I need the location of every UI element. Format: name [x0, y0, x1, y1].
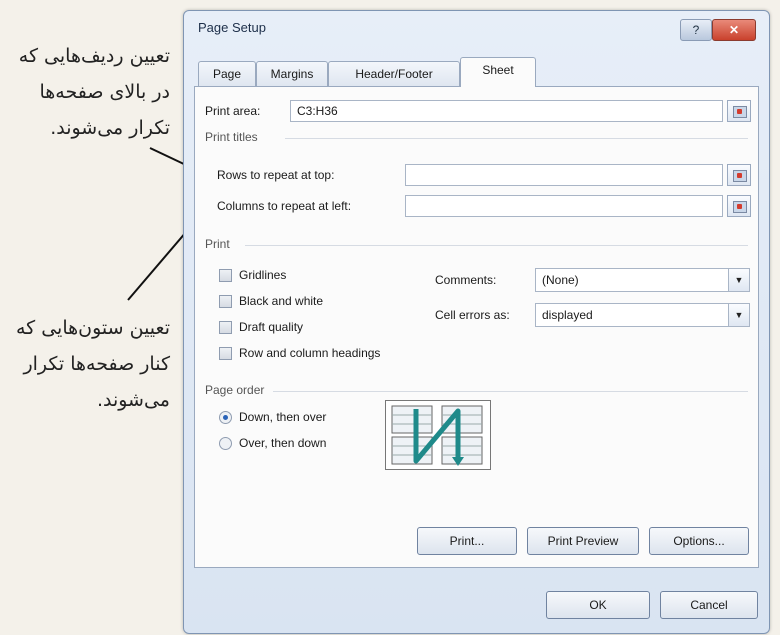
sheet-panel: Print area: C3:H36 Print titles Rows to …: [194, 86, 759, 568]
chevron-down-icon: ▼: [728, 304, 749, 326]
over-then-down-radio[interactable]: [219, 437, 232, 450]
draft-quality-label: Draft quality: [239, 320, 304, 334]
print-heading: Print: [205, 237, 230, 251]
tab-sheet[interactable]: Sheet: [460, 57, 536, 87]
cell-errors-label: Cell errors as:: [435, 308, 510, 322]
black-and-white-label: Black and white: [239, 294, 324, 308]
comments-value: (None): [542, 273, 579, 287]
page-order-heading: Page order: [205, 383, 265, 397]
print-titles-separator: [285, 138, 748, 139]
comments-select[interactable]: (None) ▼: [535, 268, 750, 292]
gridlines-checkbox[interactable]: [219, 269, 232, 282]
page-setup-dialog: Page Setup ? ✕ Page Margins Header/Foote…: [183, 10, 770, 634]
page-order-preview-icon: [391, 405, 483, 466]
print-area-label: Print area:: [205, 104, 261, 118]
columns-repeat-input[interactable]: [405, 195, 723, 217]
ok-button[interactable]: OK: [546, 591, 650, 619]
draft-quality-checkbox[interactable]: [219, 321, 232, 334]
cancel-button[interactable]: Cancel: [660, 591, 758, 619]
cell-errors-select[interactable]: displayed ▼: [535, 303, 750, 327]
gridlines-label: Gridlines: [239, 268, 287, 282]
cell-errors-value: displayed: [542, 308, 593, 322]
print-titles-heading: Print titles: [205, 130, 258, 144]
over-then-down-label: Over, then down: [239, 436, 327, 450]
page-order-preview: [385, 400, 491, 470]
close-button[interactable]: ✕: [712, 19, 756, 41]
row-column-headings-label: Row and column headings: [239, 346, 381, 360]
tab-margins[interactable]: Margins: [256, 61, 328, 86]
options-button[interactable]: Options...: [649, 527, 749, 555]
comments-label: Comments:: [435, 273, 497, 287]
range-select-icon: [733, 106, 747, 118]
rows-repeat-input[interactable]: [405, 164, 723, 186]
print-button[interactable]: Print...: [417, 527, 517, 555]
title-bar: Page Setup ? ✕: [184, 11, 769, 45]
print-preview-button[interactable]: Print Preview: [527, 527, 639, 555]
black-and-white-checkbox[interactable]: [219, 295, 232, 308]
tab-header-footer[interactable]: Header/Footer: [328, 61, 460, 86]
row-column-headings-checkbox[interactable]: [219, 347, 232, 360]
dialog-title: Page Setup: [198, 20, 266, 35]
rows-repeat-label: Rows to repeat at top:: [217, 168, 335, 182]
page-order-separator: [273, 391, 748, 392]
help-button[interactable]: ?: [680, 19, 712, 41]
chevron-down-icon: ▼: [728, 269, 749, 291]
range-select-icon: [733, 201, 747, 213]
print-area-input[interactable]: C3:H36: [290, 100, 723, 122]
down-then-over-radio[interactable]: [219, 411, 232, 424]
rows-repeat-collapse-button[interactable]: [727, 164, 751, 186]
down-then-over-label: Down, then over: [239, 410, 327, 424]
print-separator: [245, 245, 748, 246]
annotation-columns-repeat: تعیین ستون‌هایی که کنار صفحه‌ها تکرار می…: [15, 317, 170, 411]
tab-page[interactable]: Page: [198, 61, 256, 86]
columns-repeat-label: Columns to repeat at left:: [217, 199, 352, 213]
columns-repeat-collapse-button[interactable]: [727, 195, 751, 217]
print-area-collapse-button[interactable]: [727, 100, 751, 122]
range-select-icon: [733, 170, 747, 182]
annotation-rows-repeat: تعیین ردیف‌هایی که در بالای صفحه‌ها تکرا…: [18, 45, 170, 139]
